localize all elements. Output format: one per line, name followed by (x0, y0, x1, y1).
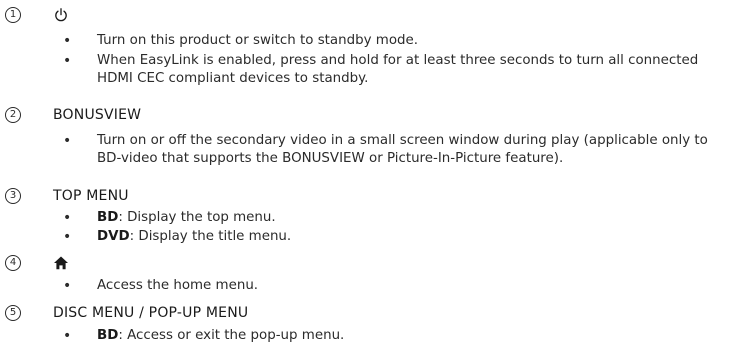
bullet-dot: • (63, 210, 72, 226)
bullet-dot: • (63, 33, 72, 49)
bullet-term: DVD (97, 229, 130, 244)
bullet-term: BD (97, 210, 119, 225)
item-number: 3 (5, 188, 21, 204)
bullet-dot: • (63, 53, 72, 69)
item-heading: DISC MENU / POP-UP MENU (53, 305, 249, 321)
bullet-dot: • (63, 328, 72, 344)
bullet-dot: • (63, 133, 72, 149)
bullet-dot: • (63, 278, 72, 294)
bullet-text: Turn on this product or switch to standb… (97, 33, 419, 48)
power-icon (55, 8, 67, 22)
item-heading: BONUSVIEW (53, 107, 142, 123)
bullet-text: BD: Display the top menu. (97, 210, 276, 225)
home-icon (54, 256, 68, 270)
item-number: 1 (5, 7, 21, 23)
bullet-dot: • (63, 229, 72, 245)
item-number: 5 (5, 305, 21, 321)
item-number: 4 (5, 255, 21, 271)
bullet-text: Access the home menu. (97, 278, 259, 293)
bullet-text: When EasyLink is enabled, press and hold… (97, 53, 699, 86)
bullet-term: BD (97, 328, 119, 343)
item-heading: TOP MENU (53, 188, 129, 204)
bullet-text: Turn on or off the secondary video in a … (97, 133, 708, 166)
bullet-text: BD: Access or exit the pop-up menu. (97, 328, 345, 343)
bullet-text: DVD: Display the title menu. (97, 229, 292, 244)
remote-control-description: 1 • Turn on this product or switch to st… (0, 0, 737, 353)
item-number: 2 (5, 107, 21, 123)
